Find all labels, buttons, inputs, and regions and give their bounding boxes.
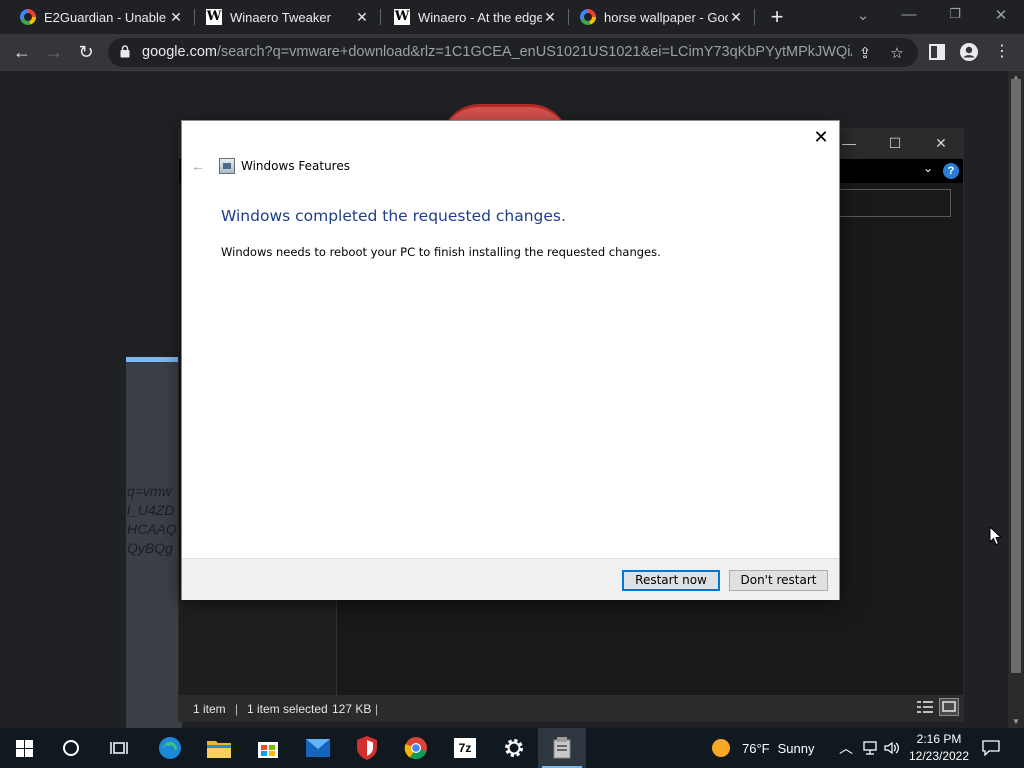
settings-icon[interactable] — [490, 728, 538, 768]
clock-time: 2:16 PM — [916, 732, 962, 746]
google-g-icon — [20, 9, 36, 25]
7zip-icon[interactable]: 7z — [441, 728, 489, 768]
sun-icon — [712, 739, 730, 757]
close-icon[interactable]: ✕ — [168, 9, 184, 25]
system-clock[interactable]: 2:16 PM 12/23/2022 — [906, 731, 972, 765]
dialog-app-title: Windows Features — [241, 159, 350, 173]
new-tab-plus-icon[interactable]: + — [766, 6, 788, 29]
status-size: 127 KB — [332, 702, 372, 716]
file-explorer-icon[interactable] — [195, 728, 243, 768]
tab-winaero[interactable]: W Winaero - At the edge ✕ — [374, 0, 568, 34]
details-view-icon[interactable] — [917, 700, 933, 717]
windows-features-app-icon — [219, 158, 235, 174]
minimize-icon[interactable]: — — [898, 6, 920, 23]
explorer-status-bar: 1 item | 1 item selected 127 KB | — [179, 695, 963, 722]
maximize-icon[interactable]: ☐ — [883, 135, 907, 152]
tab-title: E2Guardian - Unable to — [44, 9, 168, 25]
chevron-up-icon[interactable]: ︿ — [839, 728, 853, 768]
clock-date: 12/23/2022 — [908, 749, 970, 763]
minimize-icon[interactable]: — — [837, 135, 861, 151]
status-selected: 1 item selected — [247, 702, 328, 716]
status-separator: | — [375, 702, 379, 716]
google-g-icon — [580, 9, 596, 25]
tab-title: Winaero - At the edge — [418, 9, 542, 25]
close-icon[interactable]: ✕ — [354, 9, 370, 25]
winaero-w-icon: W — [394, 9, 410, 25]
tab-title: Winaero Tweaker — [230, 9, 331, 25]
status-separator: | — [235, 702, 239, 716]
close-icon[interactable]: ✕ — [542, 9, 558, 25]
windows-features-icon[interactable] — [538, 728, 586, 768]
explorer-nav-pane — [179, 599, 337, 695]
scrollbar-thumb[interactable] — [1011, 79, 1021, 673]
task-view-icon[interactable] — [95, 728, 143, 768]
close-icon[interactable]: ✕ — [811, 127, 831, 147]
windows-features-dialog: ✕ ← Windows Features Windows completed t… — [181, 120, 840, 600]
tab-horse-wallpaper[interactable]: horse wallpaper - Goog ✕ — [560, 0, 754, 34]
close-icon[interactable]: ✕ — [728, 9, 744, 25]
dialog-body-text: Windows needs to reboot your PC to finis… — [221, 245, 661, 259]
dialog-heading: Windows completed the requested changes. — [221, 207, 566, 225]
volume-icon[interactable] — [884, 728, 900, 768]
mouse-cursor-icon — [989, 526, 1003, 546]
reload-icon[interactable]: ↻ — [74, 41, 98, 63]
page-scrollbar[interactable]: ▲ ▼ — [1008, 71, 1024, 728]
notifications-icon[interactable] — [982, 728, 1000, 768]
back-arrow-icon[interactable]: ← — [10, 41, 34, 63]
chrome-icon[interactable] — [392, 728, 440, 768]
menu-kebab-icon[interactable]: ⋮ — [992, 42, 1012, 62]
start-icon[interactable] — [0, 728, 48, 768]
address-bar[interactable]: google.com/search?q=vmware+download&rlz=… — [108, 38, 918, 67]
bookmark-star-icon[interactable]: ☆ — [888, 44, 906, 62]
side-panel-icon[interactable] — [927, 42, 947, 62]
restart-now-button[interactable]: Restart now — [622, 570, 720, 591]
store-icon[interactable] — [244, 728, 292, 768]
winaero-w-icon: W — [206, 9, 222, 25]
tab-search-chevron-icon[interactable]: ⌄ — [852, 6, 874, 24]
page-left-panel: q=vmw l_U4ZD HCAAQ QyBQg — [126, 362, 182, 728]
dont-restart-button[interactable]: Don't restart — [729, 570, 828, 591]
tab-winaero-tweaker[interactable]: W Winaero Tweaker ✕ — [186, 0, 380, 34]
large-icons-view-icon[interactable] — [939, 698, 959, 716]
tab-title: horse wallpaper - Goog — [604, 9, 728, 25]
browser-tab-strip: E2Guardian - Unable to ✕ W Winaero Tweak… — [0, 0, 1024, 34]
ribbon-expand-chevron-icon[interactable]: ⌄ — [923, 161, 933, 175]
restore-icon[interactable]: ❐ — [944, 6, 966, 22]
help-icon[interactable]: ? — [943, 163, 959, 179]
back-arrow-icon[interactable]: ← — [191, 158, 205, 174]
profile-avatar-icon[interactable] — [959, 42, 979, 62]
windows-taskbar: 7z 76°F Sunny ︿ 2:16 PM 12/23/2022 — [0, 728, 1024, 768]
weather-widget[interactable]: 76°F Sunny — [712, 728, 814, 768]
share-icon[interactable]: ⇪ — [856, 44, 874, 62]
mail-icon[interactable] — [294, 728, 342, 768]
status-item-count: 1 item — [193, 702, 226, 716]
lock-icon[interactable] — [120, 45, 130, 58]
forward-arrow-icon[interactable]: → — [42, 41, 66, 63]
explorer-search-box[interactable] — [839, 189, 951, 217]
url-text[interactable]: google.com/search?q=vmware+download&rlz=… — [142, 44, 852, 60]
edge-icon[interactable] — [146, 728, 194, 768]
browser-toolbar: ← → ↻ google.com/search?q=vmware+downloa… — [0, 34, 1024, 71]
tab-e2guardian[interactable]: E2Guardian - Unable to ✕ — [0, 0, 194, 34]
scroll-down-arrow-icon[interactable]: ▼ — [1008, 717, 1024, 726]
weather-desc: Sunny — [777, 740, 815, 756]
search-icon[interactable] — [47, 728, 95, 768]
close-icon[interactable]: ✕ — [929, 135, 953, 152]
partial-url-text: q=vmw l_U4ZD HCAAQ QyBQg — [127, 483, 177, 556]
close-window-icon[interactable]: ✕ — [990, 6, 1012, 24]
dialog-footer: Restart now Don't restart — [182, 558, 839, 600]
shield-app-icon[interactable] — [343, 728, 391, 768]
weather-temp: 76°F — [742, 740, 770, 756]
network-icon[interactable] — [862, 728, 878, 768]
